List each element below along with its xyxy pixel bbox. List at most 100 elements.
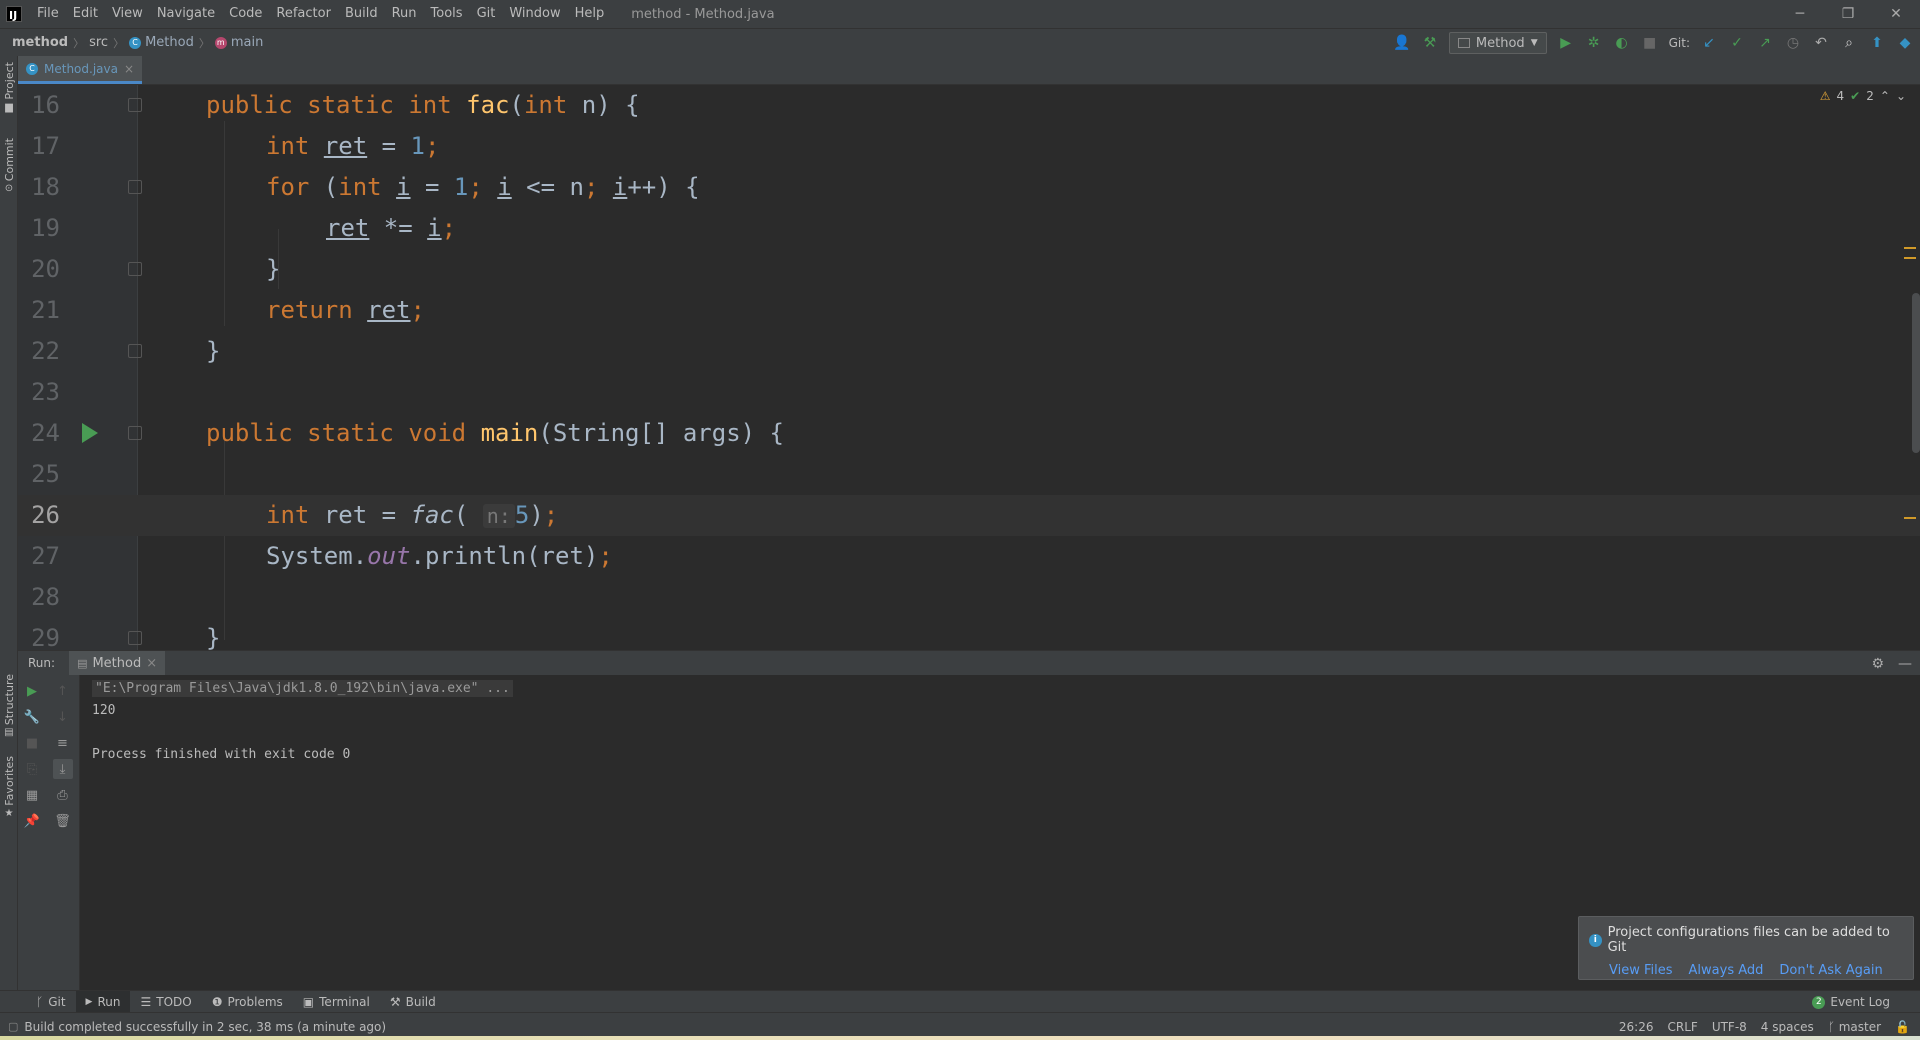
run-icon[interactable]: ▶ [1557, 34, 1575, 52]
always-add-link[interactable]: Always Add [1689, 963, 1764, 978]
warning-stripe-marker[interactable] [1904, 517, 1916, 519]
line-text: } [266, 255, 281, 283]
arrow-up-icon[interactable]: ↑ [53, 681, 73, 701]
tool-tab-terminal[interactable]: ▣ Terminal [293, 991, 380, 1013]
menu-view[interactable]: View [105, 0, 150, 28]
breadcrumb-src[interactable]: src [89, 35, 108, 50]
rollback-icon[interactable]: ↶ [1812, 34, 1830, 52]
tool-tab-run[interactable]: ▶ Run [75, 990, 131, 1013]
dump-threads-icon[interactable]: ⎘ [22, 759, 42, 779]
indent-setting[interactable]: 4 spaces [1761, 1020, 1814, 1034]
tool-tab-problems[interactable]: ❶ Problems [202, 991, 293, 1013]
search-icon[interactable]: ⌕ [1840, 34, 1858, 52]
menu-git[interactable]: Git [470, 0, 503, 28]
rerun-icon[interactable]: ▶ [22, 681, 42, 701]
menu-build[interactable]: Build [338, 0, 385, 28]
fold-marker-icon[interactable] [128, 98, 142, 112]
tool-tab-todo[interactable]: ☰ TODO [130, 991, 201, 1013]
warning-stripe-marker[interactable] [1904, 257, 1916, 259]
minimize-button[interactable]: ─ [1776, 0, 1824, 28]
toggle-tool-windows-icon[interactable]: ▢ [8, 1020, 18, 1033]
code-with-me-icon[interactable]: ◆ [1896, 34, 1914, 52]
menu-edit[interactable]: Edit [66, 0, 105, 28]
tool-tab-build[interactable]: ⚒ Build [380, 991, 446, 1013]
fold-marker-icon[interactable] [128, 344, 142, 358]
fold-marker-icon[interactable] [128, 631, 142, 645]
line-text: } [206, 624, 221, 650]
git-update-icon[interactable]: ↙ [1700, 34, 1718, 52]
menu-window[interactable]: Window [502, 0, 567, 28]
event-count-badge: 2 [1812, 995, 1826, 1009]
fold-marker-icon[interactable] [128, 180, 142, 194]
project-tool-tab[interactable]: Project ▆ [0, 62, 18, 113]
git-history-icon[interactable]: ◷ [1784, 34, 1802, 52]
line-separator[interactable]: CRLF [1668, 1020, 1698, 1034]
close-tab-icon[interactable]: × [124, 62, 134, 76]
code-editor[interactable]: 16 public static int fac(int n) { 17 int… [18, 85, 1920, 650]
menu-navigate[interactable]: Navigate [150, 0, 222, 28]
breadcrumb-class[interactable]: Method [145, 35, 194, 50]
tab-method-java[interactable]: C Method.java × [18, 56, 143, 84]
view-files-link[interactable]: View Files [1609, 963, 1673, 978]
restore-button[interactable]: ❐ [1824, 0, 1872, 28]
wrench-icon[interactable]: 🔧 [22, 707, 42, 727]
stop-icon[interactable]: ■ [22, 733, 42, 753]
close-tab-icon[interactable]: × [146, 656, 157, 671]
notification-message: Project configurations files can be adde… [1607, 925, 1890, 955]
chevron-down-icon[interactable]: ⌄ [1896, 89, 1906, 103]
list-icon: ☰ [140, 994, 152, 1009]
user-account-icon[interactable]: 👤 [1393, 34, 1411, 52]
console-command-line[interactable]: "E:\Program Files\Java\jdk1.8.0_192\bin\… [92, 680, 513, 697]
breadcrumb-separator-icon: 〉 [113, 36, 125, 50]
run-main-gutter-icon[interactable] [82, 423, 98, 443]
structure-tool-tab[interactable]: Structure ▤ [0, 674, 18, 738]
coverage-icon[interactable]: ◐ [1613, 34, 1631, 52]
git-commit-icon[interactable]: ✓ [1728, 34, 1746, 52]
event-log-tab[interactable]: 2 Event Log [1812, 991, 1890, 1013]
git-branch-widget[interactable]: ᚴ master [1828, 1020, 1881, 1034]
run-configuration-select[interactable]: Method ▼ [1448, 32, 1547, 54]
file-encoding[interactable]: UTF-8 [1712, 1020, 1747, 1034]
favorites-tool-tab[interactable]: Favorites ★ [0, 756, 18, 819]
menu-file[interactable]: File [30, 0, 66, 28]
build-hammer-icon[interactable]: ⚒ [1421, 34, 1439, 52]
warning-stripe-marker[interactable] [1904, 247, 1916, 249]
trash-icon[interactable]: 🗑 [53, 811, 73, 831]
line-text: for (int i = 1; i <= n; i++) { [266, 173, 700, 201]
caret-position[interactable]: 26:26 [1619, 1020, 1654, 1034]
lock-icon[interactable]: 🔓 [1895, 1020, 1910, 1034]
run-tab-method[interactable]: ▤ Method × [69, 650, 166, 676]
soft-wrap-icon[interactable]: ≡ [53, 733, 73, 753]
git-push-icon[interactable]: ↗ [1756, 34, 1774, 52]
fold-marker-icon[interactable] [128, 262, 142, 276]
breadcrumb-method[interactable]: main [231, 35, 263, 50]
fold-marker-icon[interactable] [128, 426, 142, 440]
hide-panel-icon[interactable]: — [1898, 656, 1912, 672]
build-status-message[interactable]: Build completed successfully in 2 sec, 3… [24, 1020, 386, 1034]
menu-code[interactable]: Code [222, 0, 269, 28]
ide-update-icon[interactable]: ⬆ [1868, 34, 1886, 52]
menu-help[interactable]: Help [568, 0, 612, 28]
line-number: 27 [31, 542, 60, 570]
scroll-to-end-icon[interactable]: ⤓ [52, 759, 73, 779]
breadcrumb-project[interactable]: method [12, 35, 68, 50]
editor-scrollbar[interactable] [1912, 293, 1920, 453]
layout-icon[interactable]: ▦ [22, 785, 42, 805]
menu-run[interactable]: Run [385, 0, 424, 28]
debug-bug-icon[interactable]: ✲ [1585, 34, 1603, 52]
pin-icon[interactable]: 📌 [22, 811, 42, 831]
inspection-widget[interactable]: ⚠ 4 ✔ 2 ⌃ ⌄ [1820, 89, 1906, 103]
gear-icon[interactable]: ⚙ [1871, 656, 1884, 672]
print-icon[interactable]: ⎙ [53, 785, 73, 805]
intellij-logo-icon[interactable]: IJ [6, 6, 22, 22]
line-number: 25 [31, 460, 60, 488]
close-window-button[interactable]: ✕ [1872, 0, 1920, 28]
dont-ask-again-link[interactable]: Don't Ask Again [1779, 963, 1882, 978]
tool-tab-git[interactable]: ᚴ Git [26, 991, 76, 1013]
menu-refactor[interactable]: Refactor [269, 0, 338, 28]
commit-tool-tab[interactable]: Commit ⊙ [0, 138, 18, 194]
menu-tools[interactable]: Tools [424, 0, 470, 28]
stop-icon[interactable]: ■ [1641, 34, 1659, 52]
arrow-down-icon[interactable]: ↓ [53, 707, 73, 727]
chevron-up-icon[interactable]: ⌃ [1880, 89, 1890, 103]
